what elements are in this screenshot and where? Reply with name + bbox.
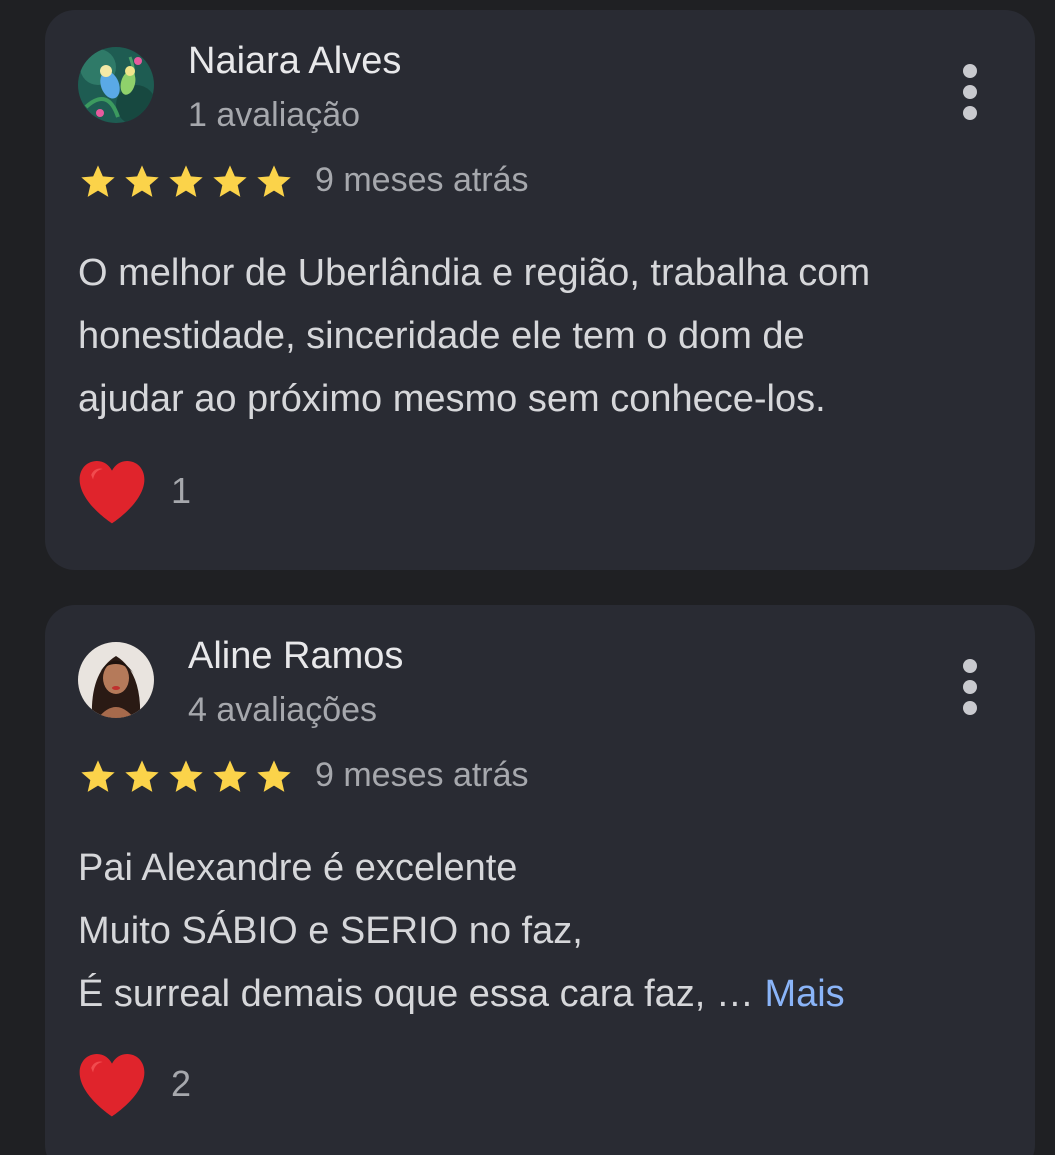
review-text-line: Muito SÁBIO e SERIO no faz, xyxy=(78,910,583,952)
heart-icon xyxy=(79,460,145,524)
star-icon xyxy=(125,760,159,792)
review-text-line: Pai Alexandre é excelente xyxy=(78,847,518,889)
star-icon xyxy=(81,760,115,792)
review-card: Naiara Alves 1 avaliação 9 meses atrás O… xyxy=(45,10,1035,570)
star-icon xyxy=(125,165,159,197)
heart-icon xyxy=(79,1053,145,1117)
avatar[interactable] xyxy=(78,47,154,123)
reviewer-name[interactable]: Aline Ramos xyxy=(188,635,403,678)
star-icon xyxy=(257,165,291,197)
star-icon xyxy=(213,165,247,197)
reaction-button[interactable]: 1 xyxy=(75,456,191,526)
star-rating xyxy=(78,757,294,797)
reaction-count: 2 xyxy=(171,1063,192,1104)
review-card: Aline Ramos 4 avaliações 9 meses atrás P… xyxy=(45,605,1035,1155)
more-link[interactable]: Mais xyxy=(764,973,844,1015)
more-options-icon[interactable] xyxy=(955,659,985,715)
reviews-page: Naiara Alves 1 avaliação 9 meses atrás O… xyxy=(0,0,1055,1155)
reviewer-name[interactable]: Naiara Alves xyxy=(188,40,401,83)
review-text: Pai Alexandre é excelente Muito SÁBIO e … xyxy=(78,837,1008,1026)
review-text-line: O melhor de Uberlândia e região, trabalh… xyxy=(78,252,871,294)
reviewer-review-count: 1 avaliação xyxy=(188,96,361,134)
review-text-truncated: É surreal demais oque essa cara faz, … xyxy=(78,973,754,1015)
star-icon xyxy=(169,165,203,197)
reaction-button[interactable]: 2 xyxy=(75,1049,191,1119)
review-date: 9 meses atrás xyxy=(315,161,529,199)
star-icon xyxy=(169,760,203,792)
review-text: O melhor de Uberlândia e região, trabalh… xyxy=(78,242,1008,431)
star-rating xyxy=(78,162,294,202)
star-icon xyxy=(213,760,247,792)
avatar[interactable] xyxy=(78,642,154,718)
reaction-count: 1 xyxy=(171,470,192,511)
star-icon xyxy=(257,760,291,792)
review-text-line: ajudar ao próximo mesmo sem conhece-los. xyxy=(78,378,826,420)
review-text-line: honestidade, sinceridade ele tem o dom d… xyxy=(78,315,805,357)
review-text-line: É surreal demais oque essa cara faz, … M… xyxy=(78,963,1008,1026)
star-icon xyxy=(81,165,115,197)
reviewer-review-count: 4 avaliações xyxy=(188,691,378,729)
more-options-icon[interactable] xyxy=(955,64,985,120)
review-date: 9 meses atrás xyxy=(315,756,529,794)
